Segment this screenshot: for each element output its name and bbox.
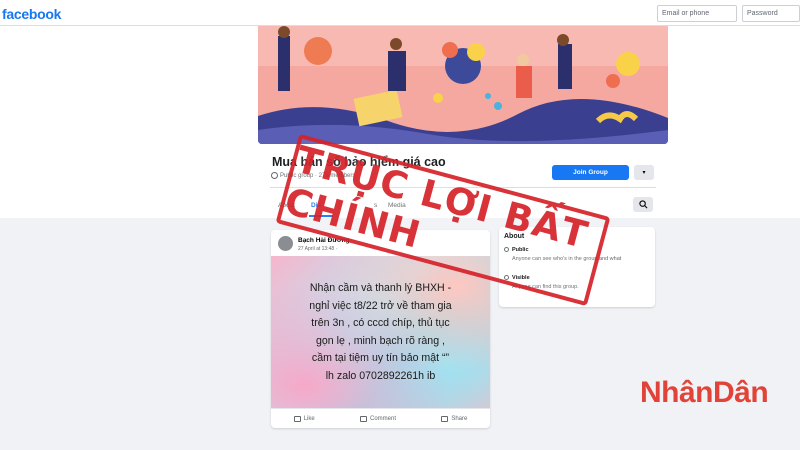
search-button[interactable] <box>633 197 653 212</box>
nhandan-watermark-logo: NhânDân <box>640 376 769 409</box>
avatar[interactable] <box>278 236 293 251</box>
top-navigation-bar: facebook Email or phone Password <box>0 0 800 26</box>
join-group-button[interactable]: Join Group <box>552 165 629 180</box>
comment-label: Comment <box>369 415 396 422</box>
search-icon <box>638 200 647 209</box>
globe-icon <box>271 172 278 179</box>
post-timestamp[interactable]: 27 April at 13:48 · <box>298 246 337 252</box>
thumbs-up-icon <box>293 415 301 422</box>
post-actions: Like Comment Share <box>271 408 490 428</box>
more-options-button[interactable]: ▾ <box>634 165 654 180</box>
comment-icon <box>359 415 367 422</box>
like-button[interactable]: Like <box>293 415 315 422</box>
share-label: Share <box>451 415 468 422</box>
cover-illustration <box>258 26 668 144</box>
comment-button[interactable]: Comment <box>359 415 396 422</box>
share-button[interactable]: Share <box>441 415 468 422</box>
group-cover-photo <box>258 26 668 144</box>
post-image[interactable]: Nhận cầm và thanh lý BHXH - nghỉ việc t8… <box>271 256 490 408</box>
share-icon <box>441 415 449 422</box>
email-field[interactable]: Email or phone <box>657 5 737 22</box>
facebook-logo[interactable]: facebook <box>2 6 61 22</box>
like-label: Like <box>303 415 315 422</box>
post-text: Nhận cầm và thanh lý BHXH - nghỉ việc t8… <box>309 282 452 382</box>
password-field[interactable]: Password <box>742 5 800 22</box>
